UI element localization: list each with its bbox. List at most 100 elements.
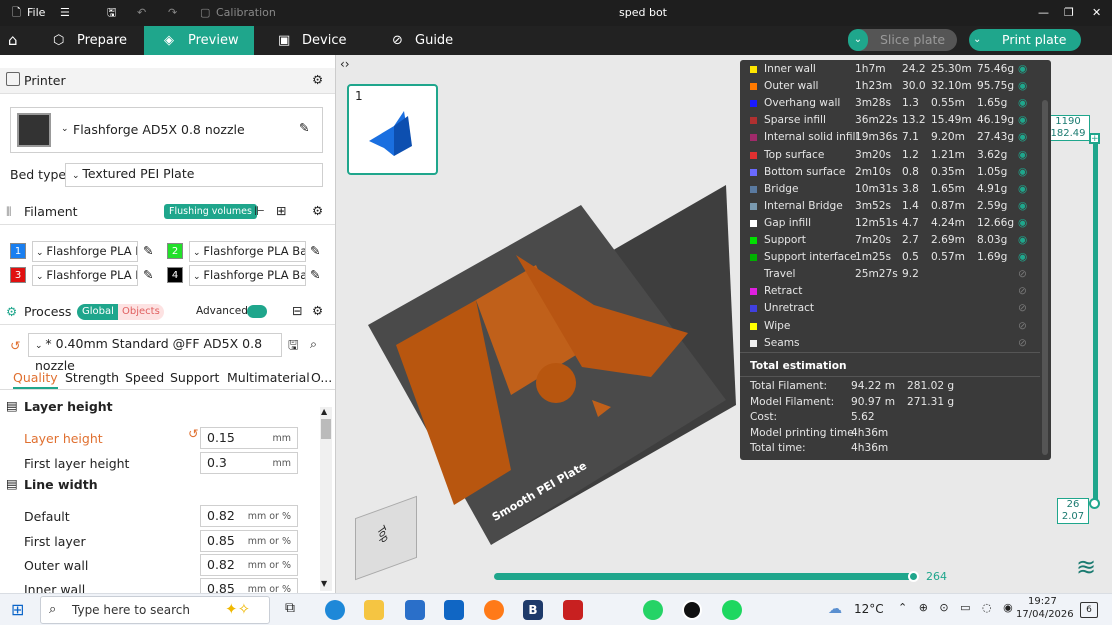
printer-selector[interactable]: ⌄ Flashforge AD5X 0.8 nozzle ✎ xyxy=(10,107,323,153)
filament-slot-swatch[interactable]: 4 xyxy=(167,267,183,283)
spotify-icon[interactable] xyxy=(722,600,742,620)
layer-top-handle[interactable]: + xyxy=(1089,133,1100,144)
field-input[interactable]: 0.85 mm or % xyxy=(200,578,298,593)
close-icon[interactable]: ✕ xyxy=(1092,0,1101,26)
scroll-down-icon[interactable]: ▼ xyxy=(321,579,327,588)
minimize-icon[interactable]: — xyxy=(1038,0,1049,26)
tab-multimaterial[interactable]: Multimaterial xyxy=(227,370,310,385)
process-settings-icon[interactable]: ⚙ xyxy=(312,303,323,318)
eye-off-icon[interactable]: ⊘ xyxy=(1018,335,1027,352)
bed-type-select[interactable]: ⌄ Textured PEI Plate xyxy=(65,163,323,187)
scroll-thumb[interactable] xyxy=(321,419,331,439)
eye-icon[interactable]: ◉ xyxy=(1018,147,1027,164)
printer-settings-icon[interactable]: ⚙ xyxy=(312,72,323,87)
moves-slider[interactable] xyxy=(494,571,919,582)
sync-filament-icon[interactable]: ⊩ xyxy=(254,203,265,218)
eye-icon[interactable]: ◉ xyxy=(1018,61,1027,78)
eye-off-icon[interactable]: ⊘ xyxy=(1018,283,1027,300)
print-plate-button[interactable]: ⌄ Print plate xyxy=(969,29,1081,51)
add-filament-icon[interactable]: ⊞ xyxy=(276,203,286,218)
legend-row[interactable]: Outer wall 1h23m 30.0 32.10m 95.75g ◉ xyxy=(740,78,1040,95)
filament-slot-select[interactable]: ⌄ Flashforge PLA Basic xyxy=(189,241,306,262)
eye-off-icon[interactable]: ⊘ xyxy=(1018,266,1027,283)
eye-off-icon[interactable]: ⊘ xyxy=(1018,318,1027,335)
orca-slicer-icon[interactable] xyxy=(682,600,702,620)
legend-row[interactable]: Travel 25m27s 9.2 ⊘ xyxy=(740,266,1040,283)
moves-slider-handle[interactable] xyxy=(908,571,919,582)
eye-icon[interactable]: ◉ xyxy=(1018,112,1027,129)
eye-icon[interactable]: ◉ xyxy=(1018,198,1027,215)
edit-filament-icon[interactable]: ✎ xyxy=(310,243,320,258)
eye-icon[interactable]: ◉ xyxy=(1018,232,1027,249)
eye-icon[interactable]: ◉ xyxy=(1018,78,1027,95)
slice-dropdown-icon[interactable]: ⌄ xyxy=(848,29,868,51)
filament-slot-swatch[interactable]: 3 xyxy=(10,267,26,283)
legend-row[interactable]: Inner wall 1h7m 24.2 25.30m 75.46g ◉ xyxy=(740,61,1040,78)
edit-filament-icon[interactable]: ✎ xyxy=(310,267,320,282)
windows-start-icon[interactable]: ⊞ xyxy=(11,600,24,619)
eye-icon[interactable]: ◉ xyxy=(1018,181,1027,198)
legend-row[interactable]: Support 7m20s 2.7 2.69m 8.03g ◉ xyxy=(740,232,1040,249)
legend-row[interactable]: Sparse infill 36m22s 13.2 15.49m 46.19g ◉ xyxy=(740,112,1040,129)
field-input[interactable]: 0.82 mm or % xyxy=(200,554,298,576)
tab-quality[interactable]: Quality xyxy=(13,370,58,389)
redo-icon[interactable]: ↷ xyxy=(168,0,177,26)
tab-prepare[interactable]: ⬡ Prepare xyxy=(36,26,144,55)
filament-slot-swatch[interactable]: 1 xyxy=(10,243,26,259)
tab-support[interactable]: Support xyxy=(170,370,219,385)
eye-icon[interactable]: ◉ xyxy=(1018,95,1027,112)
reset-layer-height-icon[interactable]: ↺ xyxy=(188,426,198,441)
eye-off-icon[interactable]: ⊘ xyxy=(1018,300,1027,317)
file-icon[interactable]: 🗋 xyxy=(12,0,21,26)
print-dropdown-icon[interactable]: ⌄ xyxy=(973,29,981,51)
legend-row[interactable]: Retract ⊘ xyxy=(740,283,1040,300)
settings-scrollbar[interactable]: ▲ ▼ xyxy=(320,407,332,591)
legend-row[interactable]: Seams ⊘ xyxy=(740,335,1040,352)
layers-icon[interactable]: ≋ xyxy=(1076,553,1096,581)
filament-slot-select[interactable]: ⌄ Flashforge PLA B... xyxy=(32,265,138,286)
advanced-switch[interactable] xyxy=(247,305,267,318)
tab-guide[interactable]: ⊘ Guide xyxy=(380,26,480,55)
eye-icon[interactable]: ◉ xyxy=(1018,249,1027,266)
file-explorer-icon[interactable] xyxy=(364,600,384,620)
legend-row[interactable]: Unretract ⊘ xyxy=(740,300,1040,317)
outlook-icon[interactable] xyxy=(444,600,464,620)
filament-slot-select[interactable]: ⌄ Flashforge PLA B... xyxy=(32,241,138,262)
legend-row[interactable]: Overhang wall 3m28s 1.3 0.55m 1.65g ◉ xyxy=(740,95,1040,112)
edit-filament-icon[interactable]: ✎ xyxy=(143,243,153,258)
taskbar-search[interactable]: ⌕ Type here to search ✦✧ xyxy=(40,596,270,624)
filament-slot-select[interactable]: ⌄ Flashforge PLA Basic xyxy=(189,265,306,286)
tab-speed[interactable]: Speed xyxy=(125,370,164,385)
notification-badge[interactable]: 6 xyxy=(1080,602,1098,618)
tab-strength[interactable]: Strength xyxy=(65,370,119,385)
task-view-icon[interactable]: ⧉ xyxy=(285,600,295,616)
legend-row[interactable]: Wipe ⊘ xyxy=(740,318,1040,335)
eye-icon[interactable]: ◉ xyxy=(1018,129,1027,146)
tab-o[interactable]: O... xyxy=(311,370,332,385)
scroll-up-icon[interactable]: ▲ xyxy=(321,407,327,416)
calibration-icon[interactable]: ▢ xyxy=(200,0,210,26)
tab-preview[interactable]: ◈ Preview xyxy=(144,26,254,55)
filament-slot-swatch[interactable]: 2 xyxy=(167,243,183,259)
home-icon[interactable]: ⌂ xyxy=(8,26,18,55)
field-input[interactable]: 0.15 mm xyxy=(200,427,298,449)
calibration-menu[interactable]: Calibration xyxy=(216,0,276,26)
eye-icon[interactable]: ◉ xyxy=(1018,215,1027,232)
filament-settings-icon[interactable]: ⚙ xyxy=(312,203,323,218)
objects-toggle[interactable]: Objects xyxy=(118,304,164,320)
legend-row[interactable]: Support interface 1m25s 0.5 0.57m 1.69g ◉ xyxy=(740,249,1040,266)
legend-row[interactable]: Gap infill 12m51s 4.7 4.24m 12.66g ◉ xyxy=(740,215,1040,232)
layer-bottom-handle[interactable] xyxy=(1089,498,1100,509)
file-menu[interactable]: File xyxy=(27,0,45,26)
field-input[interactable]: 0.3 mm xyxy=(200,452,298,474)
app-red-icon[interactable] xyxy=(563,600,583,620)
search-icon[interactable]: ⌕ xyxy=(310,336,317,352)
save-icon[interactable]: 🖫 xyxy=(107,0,116,26)
legend-row[interactable]: Bridge 10m31s 3.8 1.65m 4.91g ◉ xyxy=(740,181,1040,198)
legend-row[interactable]: Internal Bridge 3m52s 1.4 0.87m 2.59g ◉ xyxy=(740,198,1040,215)
menu-icon[interactable]: ☰ xyxy=(60,0,70,26)
process-profile-select[interactable]: ⌄ * 0.40mm Standard @FF AD5X 0.8 nozzle xyxy=(28,333,282,373)
edit-printer-icon[interactable]: ✎ xyxy=(299,120,309,135)
firefox-icon[interactable] xyxy=(484,600,504,620)
edge-icon[interactable] xyxy=(325,600,345,620)
